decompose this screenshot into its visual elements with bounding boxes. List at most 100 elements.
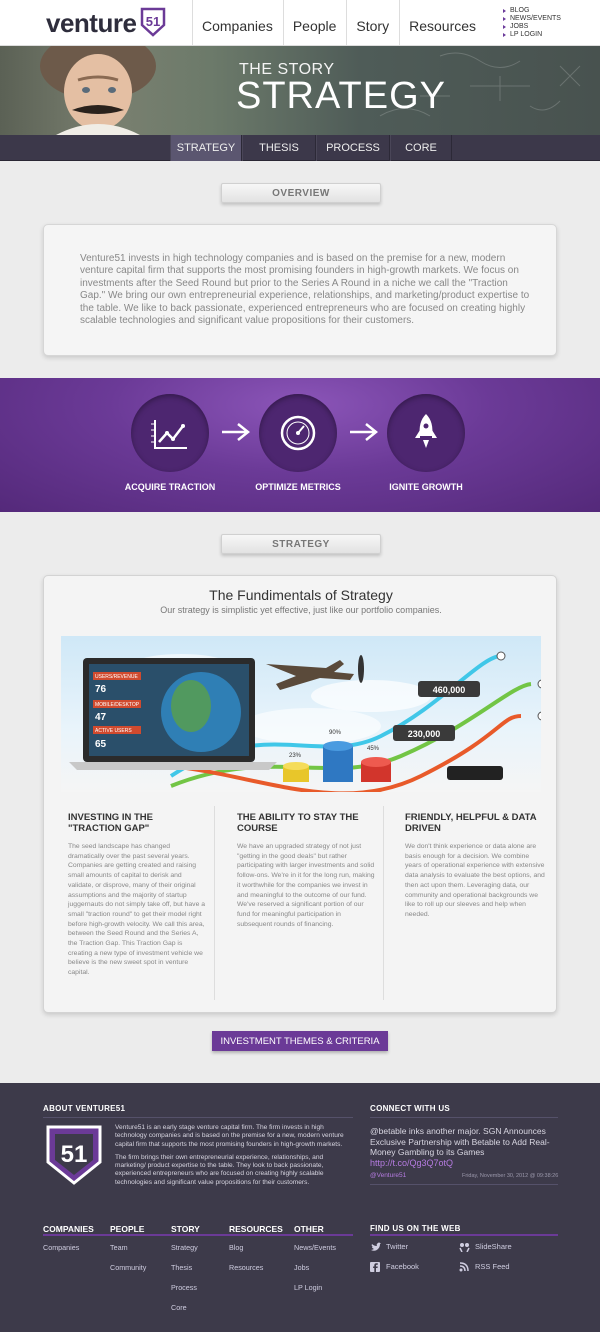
bar-label-23: 23% [289,753,302,759]
util-blog[interactable]: BLOG [502,7,594,15]
strategy-subtitle: Our strategy is simplistic yet effective… [160,605,442,615]
investment-themes-button[interactable]: INVESTMENT THEMES & CRITERIA [212,1031,388,1051]
footer-link-team[interactable]: Team [110,1243,146,1263]
tab-strategy[interactable]: STRATEGY [170,135,242,161]
footer-link-jobs[interactable]: Jobs [294,1263,336,1283]
overview-panel: Venture51 invests in high technology com… [43,224,557,356]
acquire-traction-circle [131,394,209,472]
story-subnav: STRATEGY THESIS PROCESS CORE [0,135,600,161]
util-jobs[interactable]: JOBS [502,23,594,31]
about-paragraph-1: Venture51 is an early stage venture capi… [115,1124,344,1148]
logo-text: venture [46,8,137,38]
logo-number: 51 [146,14,160,29]
site-header: venture 51 Companies People Story Resour… [0,0,600,46]
overview-text: Venture51 invests in high technology com… [80,253,530,327]
laptop-row-3-value: 65 [95,739,107,750]
rss-icon [459,1262,469,1272]
column-data-driven-title: FRIENDLY, HELPFUL & DATA DRIVEN [405,812,537,834]
ignite-growth-label: IGNITE GROWTH [389,482,463,492]
acquire-traction-label: ACQUIRE TRACTION [124,482,216,492]
logo[interactable]: venture [46,8,137,39]
overview-label: OVERVIEW [221,183,381,203]
util-lp-login[interactable]: LP LOGIN [502,31,594,39]
footer-logo-number: 51 [61,1141,88,1168]
slideshare-icon [459,1243,470,1253]
about-paragraph-2: The firm brings their own entrepreneuria… [115,1153,324,1186]
nav-story[interactable]: Story [346,0,399,46]
footer-col-companies: COMPANIES Companies [43,1224,94,1263]
tweet-rule [370,1184,558,1185]
column-divider [214,806,215,1000]
find-us-rule [370,1234,558,1236]
footer-logo-shield-icon: 51 [46,1125,102,1185]
footer-link-strategy[interactable]: Strategy [171,1243,200,1263]
social-slideshare[interactable]: SlideShare [459,1242,512,1253]
bar-label-45: 45% [367,746,380,752]
facebook-icon [370,1262,380,1273]
social-twitter-label: Twitter [386,1242,409,1251]
tab-process[interactable]: PROCESS [316,135,390,161]
tweet-link[interactable]: http://t.co/Qg3Q7otQ [370,1158,453,1168]
social-slideshare-label: SlideShare [475,1242,512,1251]
tweet-user[interactable]: @Venture51 [370,1172,406,1179]
connect-rule [370,1117,558,1118]
page: venture 51 Companies People Story Resour… [0,0,600,1332]
social-facebook[interactable]: Facebook [370,1262,419,1273]
footer-link-resources[interactable]: Resources [229,1263,283,1283]
optimize-metrics-circle [259,394,337,472]
footer-link-news-events[interactable]: News/Events [294,1243,336,1263]
about-text: Venture51 is an early stage venture capi… [115,1124,351,1187]
footer-link-blog[interactable]: Blog [229,1243,283,1263]
footer-link-companies[interactable]: Companies [43,1243,94,1263]
strategy-illustration: USERS/REVENUE 76 MOBILE/DESKTOP 47 ACTIV… [61,636,541,792]
laptop-row-2-value: 47 [95,712,107,723]
tweet-date: Friday, November 30, 2012 @ 09:38:26 [462,1173,559,1179]
strategy-title: The Fundimentals of Strategy [209,587,393,603]
social-twitter[interactable]: Twitter [370,1242,408,1252]
tab-thesis[interactable]: THESIS [242,135,316,161]
nav-people[interactable]: People [282,0,347,46]
optimize-metrics-label: OPTIMIZE METRICS [255,482,341,492]
tab-core[interactable]: CORE [390,135,452,161]
footer-col-resources-title: RESOURCES [229,1224,283,1234]
footer-col-other: OTHER News/Events Jobs LP Login [294,1224,336,1303]
nav-companies[interactable]: Companies [192,0,283,46]
twitter-icon [371,1242,381,1251]
arrow-right-icon [350,423,379,441]
footer-col-story: STORY Strategy Thesis Process Core [171,1224,200,1323]
util-news-events[interactable]: NEWS/EVENTS [502,15,594,23]
bar-label-90: 90% [329,730,342,736]
about-rule [43,1117,353,1118]
social-rss-label: RSS Feed [475,1262,510,1271]
main-nav: Companies People Story Resources [192,0,486,46]
column-stay-course: THE ABILITY TO STAY THE COURSE We have a… [237,812,377,929]
footer-link-lp-login[interactable]: LP Login [294,1283,336,1303]
footer-col-people: PEOPLE Team Community [110,1224,146,1283]
ignite-growth-circle [387,394,465,472]
laptop-row-3-label: ACTIVE USERS [95,728,132,734]
connect-heading: CONNECT WITH US [370,1104,451,1113]
footer-link-process[interactable]: Process [171,1283,200,1303]
footer-link-core[interactable]: Core [171,1303,200,1323]
arrow-right-icon [222,423,251,441]
column-traction-gap-text: The seed landscape has changed dramatica… [68,843,206,977]
footer-col-resources: RESOURCES Blog Resources [229,1224,283,1283]
logo-shield-icon: 51 [140,7,166,37]
rocket-icon [415,414,437,448]
social-rss[interactable]: RSS Feed [459,1262,510,1272]
utility-nav: BLOG NEWS/EVENTS JOBS LP LOGIN [502,7,594,39]
column-traction-gap-title: INVESTING IN THE "TRACTION GAP" [68,812,153,834]
footer-link-community[interactable]: Community [110,1263,146,1283]
footer-link-thesis[interactable]: Thesis [171,1263,200,1283]
column-stay-course-text: We have an upgraded strategy of not just… [237,843,375,928]
strategy-label: STRATEGY [221,534,381,554]
metric-bubble-230000: 230,000 [408,729,441,739]
column-data-driven: FRIENDLY, HELPFUL & DATA DRIVEN We don't… [405,812,545,920]
nav-resources[interactable]: Resources [399,0,486,46]
footer-col-people-title: PEOPLE [110,1224,145,1234]
column-data-driven-text: We don't think experience or data alone … [405,843,545,918]
about-heading: ABOUT VENTURE51 [43,1104,126,1113]
footer-col-story-title: STORY [171,1224,200,1234]
hero-banner: THE STORY STRATEGY [0,46,600,135]
hero-title: STRATEGY [236,75,446,117]
